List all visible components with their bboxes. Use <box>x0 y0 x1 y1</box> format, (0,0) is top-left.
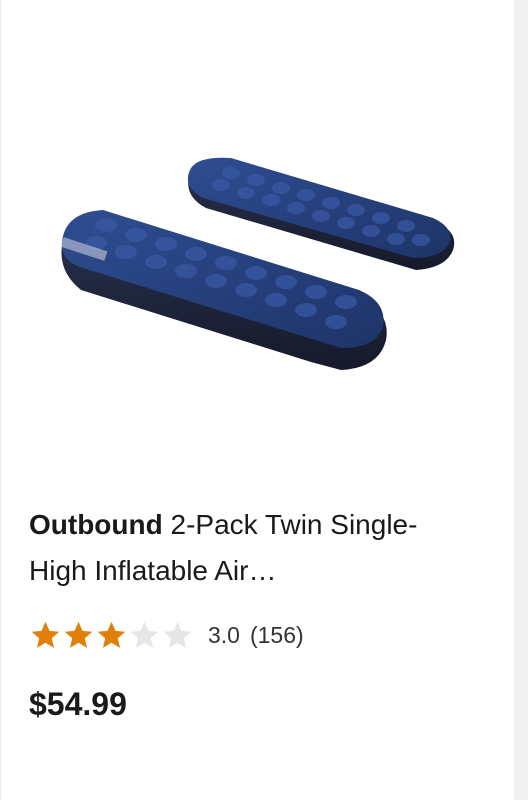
product-card[interactable]: Outbound 2-Pack Twin Single-High Inflata… <box>0 0 514 800</box>
star-rating <box>29 619 194 652</box>
product-title[interactable]: Outbound 2-Pack Twin Single-High Inflata… <box>29 502 469 594</box>
product-price: $54.99 <box>29 686 127 722</box>
star-icon <box>130 621 159 648</box>
star-icon <box>64 621 93 648</box>
review-count: (156) <box>249 621 304 648</box>
star-icon <box>97 621 126 648</box>
star-icon <box>31 621 60 648</box>
product-image[interactable] <box>41 140 481 430</box>
scroll-edge <box>514 0 528 800</box>
rating-value: 3.0 <box>208 621 240 648</box>
rating-row[interactable]: 3.0 (156) <box>29 617 304 653</box>
star-icon <box>163 621 192 648</box>
product-card-page: Outbound 2-Pack Twin Single-High Inflata… <box>0 0 528 800</box>
product-brand: Outbound <box>29 509 163 540</box>
